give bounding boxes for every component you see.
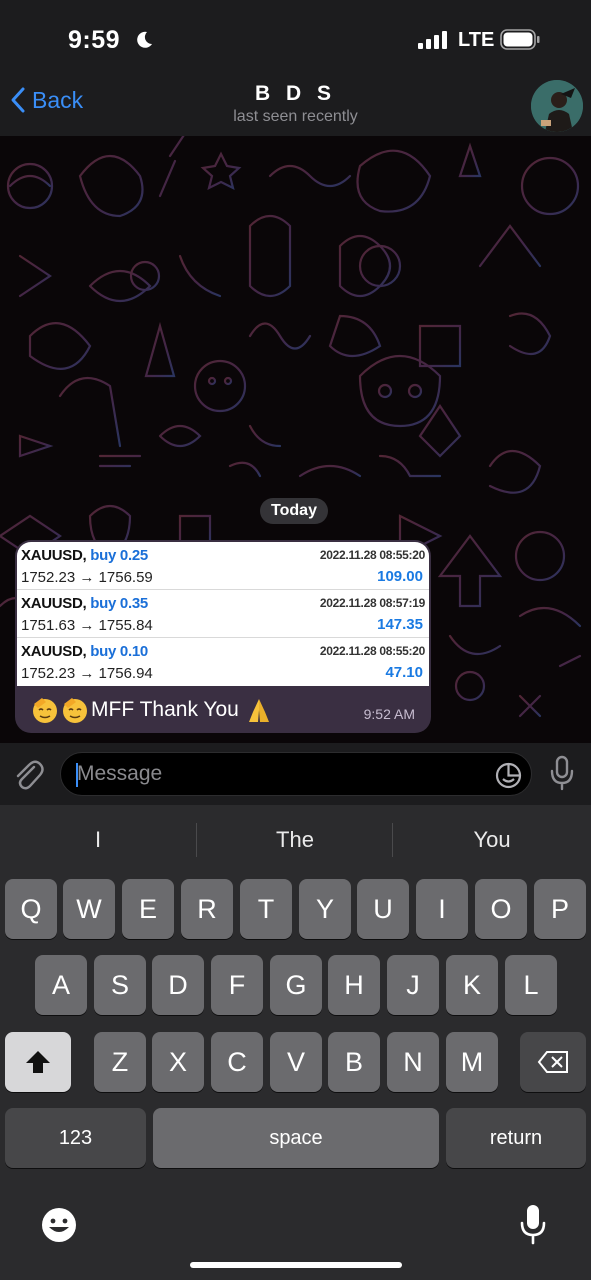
trade-side: buy 0.25 — [90, 547, 148, 564]
message-bubble[interactable]: XAUUSD, buy 0.25 2022.11.28 08:55:20 175… — [15, 540, 431, 733]
chat-header: Back B D S last seen recently — [0, 78, 591, 136]
key[interactable]: G — [270, 955, 322, 1015]
key[interactable]: Q — [5, 879, 57, 939]
key[interactable]: U — [357, 879, 409, 939]
trade-profit: 47.10 — [385, 664, 423, 681]
saluting-face-emoji-icon — [33, 698, 57, 723]
key[interactable]: Y — [299, 879, 351, 939]
trade-datetime: 2022.11.28 08:57:19 — [319, 596, 425, 610]
battery-icon — [500, 29, 540, 50]
key[interactable]: A — [35, 955, 87, 1015]
trade-profit: 109.00 — [377, 568, 423, 585]
network-type: LTE — [458, 29, 495, 51]
key[interactable]: I — [416, 879, 468, 939]
message-input[interactable] — [77, 753, 477, 795]
date-separator: Today — [260, 498, 328, 524]
key[interactable]: F — [211, 955, 263, 1015]
suggestion-divider — [392, 823, 393, 857]
chat-title[interactable]: B D S — [0, 82, 591, 106]
message-field[interactable] — [60, 752, 532, 796]
key[interactable]: P — [534, 879, 586, 939]
key[interactable]: O — [475, 879, 527, 939]
folded-hands-emoji-icon — [248, 699, 269, 722]
message-time: 9:52 AM — [363, 706, 415, 722]
suggestion-bar: I The You — [0, 805, 591, 875]
status-time: 9:59 — [68, 26, 121, 54]
key[interactable]: H — [328, 955, 380, 1015]
key[interactable]: X — [152, 1032, 204, 1092]
numbers-key[interactable]: 123 — [5, 1108, 146, 1168]
trade-side: buy 0.35 — [90, 595, 148, 612]
paperclip-icon[interactable] — [12, 757, 44, 791]
key[interactable]: Z — [94, 1032, 146, 1092]
key[interactable]: J — [387, 955, 439, 1015]
key[interactable]: N — [387, 1032, 439, 1092]
text-caret — [76, 763, 78, 787]
avatar[interactable] — [531, 80, 583, 132]
message-text-content: MFF Thank You — [91, 698, 239, 721]
trade-prices: 1751.63 → 1755.84 — [21, 617, 153, 634]
trade-row: XAUUSD, buy 0.25 2022.11.28 08:55:20 175… — [17, 542, 429, 590]
key[interactable]: C — [211, 1032, 263, 1092]
sticker-icon[interactable] — [495, 762, 522, 789]
key[interactable]: M — [446, 1032, 498, 1092]
trade-symbol: XAUUSD, — [21, 595, 87, 612]
suggestion-item[interactable]: You — [394, 827, 590, 853]
key[interactable]: T — [240, 879, 292, 939]
microphone-icon[interactable] — [549, 755, 575, 791]
key[interactable]: L — [505, 955, 557, 1015]
key[interactable]: B — [328, 1032, 380, 1092]
dictation-microphone-icon[interactable] — [519, 1203, 547, 1245]
saluting-face-emoji-icon — [63, 698, 87, 723]
suggestion-item[interactable]: I — [0, 827, 196, 853]
return-key[interactable]: return — [446, 1108, 586, 1168]
key[interactable]: S — [94, 955, 146, 1015]
trade-side: buy 0.10 — [90, 643, 148, 660]
trade-row: XAUUSD, buy 0.35 2022.11.28 08:57:19 175… — [17, 590, 429, 638]
key[interactable]: D — [152, 955, 204, 1015]
shift-key[interactable] — [5, 1032, 71, 1092]
trade-datetime: 2022.11.28 08:55:20 — [319, 548, 425, 562]
do-not-disturb-moon-icon — [137, 31, 152, 48]
status-bar: 9:59 LTE — [0, 0, 591, 78]
key[interactable]: R — [181, 879, 233, 939]
shift-arrow-icon — [26, 1051, 50, 1073]
trade-prices: 1752.23 → 1756.59 — [21, 569, 153, 586]
suggestion-item[interactable]: The — [197, 827, 393, 853]
space-key[interactable]: space — [153, 1108, 439, 1168]
key[interactable]: W — [63, 879, 115, 939]
trade-symbol: XAUUSD, — [21, 547, 87, 564]
key[interactable]: E — [122, 879, 174, 939]
delete-key[interactable] — [520, 1032, 586, 1092]
message-text: MFF Thank You — [31, 696, 275, 724]
backspace-icon — [537, 1051, 568, 1073]
last-seen-status: last seen recently — [233, 108, 358, 125]
trade-row: XAUUSD, buy 0.10 2022.11.28 08:55:20 175… — [17, 638, 429, 686]
trade-profit: 147.35 — [377, 616, 423, 633]
avatar-image — [531, 80, 583, 132]
chat-area: Today XAUUSD, buy 0.25 2022.11.28 08:55:… — [0, 136, 591, 743]
trade-prices: 1752.23 → 1756.94 — [21, 665, 153, 682]
home-indicator — [190, 1262, 402, 1268]
trade-screenshot[interactable]: XAUUSD, buy 0.25 2022.11.28 08:55:20 175… — [17, 542, 429, 686]
message-input-bar — [0, 743, 591, 805]
key[interactable]: V — [270, 1032, 322, 1092]
key[interactable]: K — [446, 955, 498, 1015]
trade-symbol: XAUUSD, — [21, 643, 87, 660]
emoji-keyboard-icon[interactable] — [39, 1205, 79, 1245]
keyboard: I The You Q W E R T Y U I O P A S D F G … — [0, 805, 591, 1280]
cellular-signal-icon — [418, 31, 447, 49]
trade-datetime: 2022.11.28 08:55:20 — [319, 644, 425, 658]
